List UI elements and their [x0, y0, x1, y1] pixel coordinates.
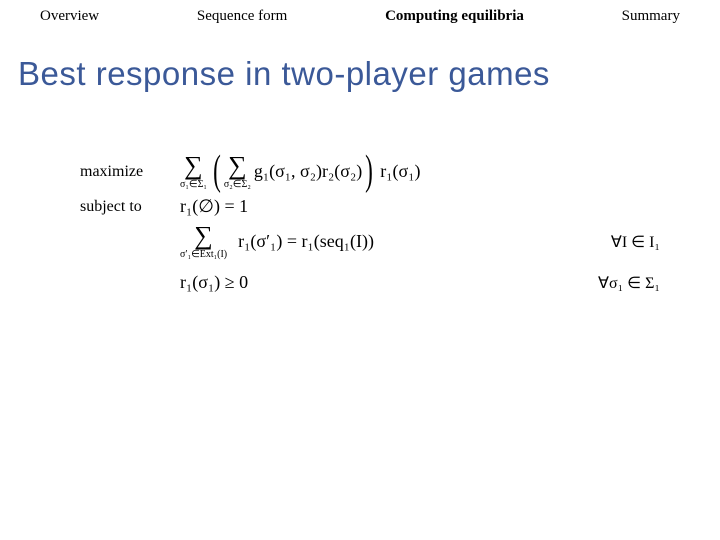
sum-ext: ∑ σ′₁∈Ext₁(I) [180, 223, 227, 260]
constraint-flow-cond: ∀I ∈ I₁ [611, 232, 660, 252]
tab-summary[interactable]: Summary [622, 8, 680, 25]
objective-tail: r₁(σ₁) [380, 161, 420, 182]
slide-body: maximize ∑ σ₁∈Σ₁ ( ∑ σ₂∈Σ₂ g₁(σ₁, σ₂)r₂(… [0, 93, 720, 293]
maximize-row: maximize ∑ σ₁∈Σ₁ ( ∑ σ₂∈Σ₂ g₁(σ₁, σ₂)r₂(… [80, 153, 660, 190]
constraint-root-expr: r₁(∅) = 1 [180, 196, 248, 217]
tab-sequence-form[interactable]: Sequence form [197, 8, 287, 25]
nav-tabs: Overview Sequence form Computing equilib… [0, 0, 720, 25]
tab-computing-equilibria[interactable]: Computing equilibria [385, 8, 524, 25]
constraint-nonneg-cond: ∀σ₁ ∈ Σ₁ [598, 273, 660, 293]
constraint-root: subject to r₁(∅) = 1 [80, 196, 660, 217]
tab-overview[interactable]: Overview [40, 8, 99, 25]
constraint-nonneg-expr: r₁(σ₁) ≥ 0 [180, 272, 248, 293]
maximize-label: maximize [80, 163, 180, 181]
constraint-flow: ∑ σ′₁∈Ext₁(I) r₁(σ′₁) = r₁(seq₁(I)) ∀I ∈… [80, 223, 660, 260]
objective-inner: g₁(σ₁, σ₂)r₂(σ₂) [254, 161, 362, 182]
constraint-flow-expr: r₁(σ′₁) = r₁(seq₁(I)) [238, 231, 374, 252]
sum-inner: ∑ σ₂∈Σ₂ [224, 153, 251, 190]
subject-to-label: subject to [80, 198, 180, 216]
sum-outer: ∑ σ₁∈Σ₁ [180, 153, 207, 190]
constraint-nonneg: r₁(σ₁) ≥ 0 ∀σ₁ ∈ Σ₁ [80, 272, 660, 293]
objective-expression: ∑ σ₁∈Σ₁ ( ∑ σ₂∈Σ₂ g₁(σ₁, σ₂)r₂(σ₂) ) r₁(… [180, 153, 421, 190]
slide-title: Best response in two-player games [0, 25, 720, 93]
